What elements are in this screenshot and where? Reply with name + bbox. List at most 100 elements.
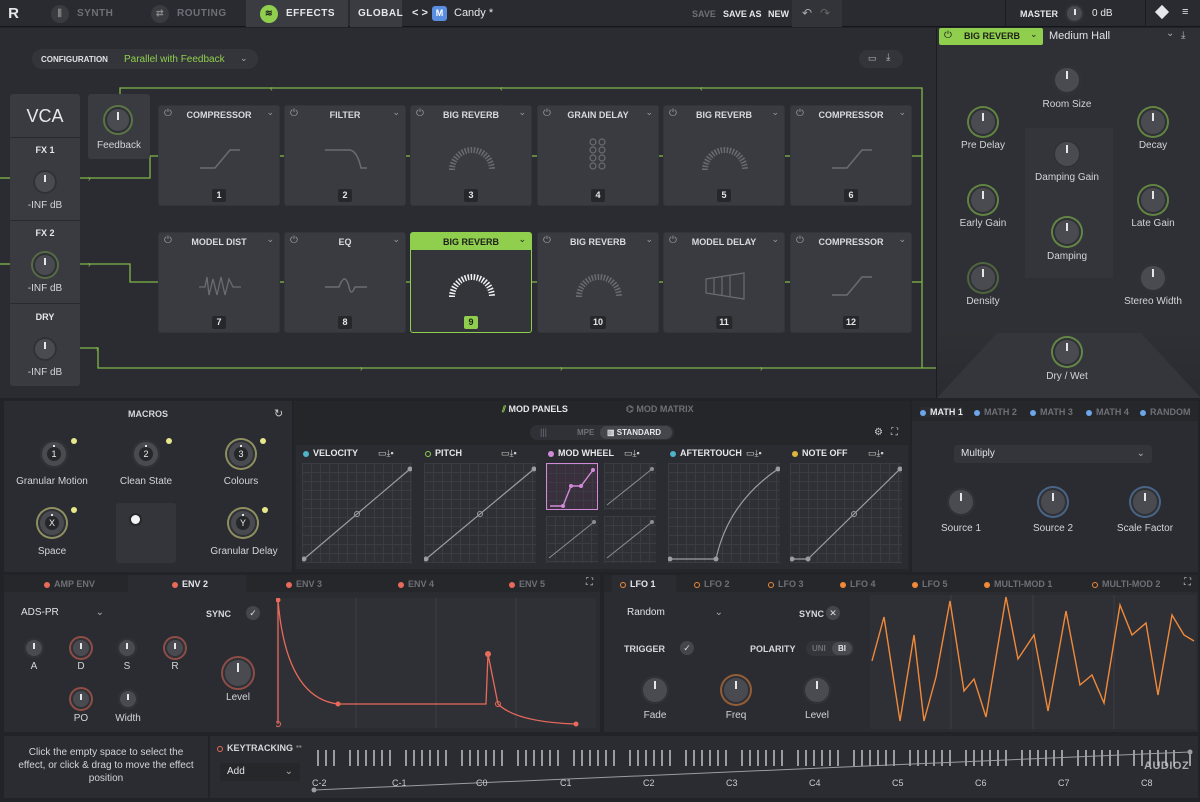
chevron-down-icon[interactable]: ⌄ xyxy=(645,107,653,118)
tab-env-4[interactable]: ENV 4 xyxy=(398,579,434,589)
fx-slot-11[interactable]: ⏻ MODEL DELAY ⌄ 11 xyxy=(663,232,785,333)
fx-slot-5[interactable]: ⏻ BIG REVERB ⌄ 5 xyxy=(663,105,785,206)
chevron-down-icon[interactable]: ⌄ xyxy=(392,107,400,118)
snapshot-icon[interactable] xyxy=(1154,4,1170,20)
keytracking-mode-select[interactable]: Add ⌄ xyxy=(220,763,300,781)
tab-math-1[interactable]: MATH 1 xyxy=(920,407,963,417)
fx-slot-3[interactable]: ⏻ BIG REVERB ⌄ 3 xyxy=(410,105,532,206)
trigger-toggle[interactable]: ✓ xyxy=(680,641,694,655)
tab-env-2[interactable]: ENV 2 xyxy=(172,579,208,589)
lfo-shape-select[interactable]: Random ⌄ xyxy=(620,604,730,622)
decay-knob[interactable] xyxy=(1139,108,1167,136)
envelope-graph[interactable] xyxy=(275,597,596,728)
refresh-icon[interactable]: ↻ xyxy=(274,407,283,420)
panel-tools-icon[interactable]: ▭⤓▪ xyxy=(624,448,640,459)
math-operation-select[interactable]: Multiply ⌄ xyxy=(954,445,1152,463)
mod-wheel-curve-2[interactable] xyxy=(604,463,656,510)
undo-icon[interactable]: ↶ xyxy=(802,6,812,20)
chevron-down-icon[interactable]: ⌄ xyxy=(266,234,274,245)
tab-lfo-4[interactable]: LFO 4 xyxy=(840,579,876,589)
download-icon[interactable]: ⤓ xyxy=(1181,30,1185,41)
env-mode-select[interactable]: ADS-PR ⌄ xyxy=(14,604,111,622)
decay-knob[interactable] xyxy=(71,638,91,658)
preset-nav-arrows[interactable]: < > xyxy=(412,7,428,19)
tab-math-3[interactable]: MATH 3 xyxy=(1030,407,1073,417)
new-button[interactable]: NEW xyxy=(768,9,789,19)
scale-factor-knob[interactable] xyxy=(1131,488,1159,516)
fade-knob[interactable] xyxy=(641,676,669,704)
tab-lfo-2[interactable]: LFO 2 xyxy=(694,579,730,589)
tab-multi-mod-1[interactable]: MULTI-MOD 1 xyxy=(984,579,1052,589)
damping-gain-knob[interactable] xyxy=(1053,140,1081,168)
env-level-knob[interactable] xyxy=(223,658,253,688)
chevron-down-icon[interactable]: ⌄ xyxy=(518,234,526,245)
expand-icon[interactable]: ⛶ xyxy=(586,577,593,588)
close-icon[interactable]: ✕ xyxy=(826,606,840,620)
fx-slot-12[interactable]: ⏻ COMPRESSOR ⌄ 12 xyxy=(790,232,912,333)
polarity-toggle[interactable]: UNI BI xyxy=(806,641,854,656)
pitch-curve-editor[interactable] xyxy=(423,463,537,563)
damping-knob[interactable] xyxy=(1053,218,1081,246)
gear-icon[interactable]: ⚙ xyxy=(874,427,883,438)
redo-icon[interactable]: ↷ xyxy=(820,6,830,20)
note-off-curve-editor[interactable] xyxy=(789,463,903,563)
chevron-down-icon[interactable]: ⌄ xyxy=(392,234,400,245)
chevron-down-icon[interactable]: ⌄ xyxy=(771,107,779,118)
lfo-waveform-display[interactable] xyxy=(870,595,1196,729)
tab-synth[interactable]: ⫼ SYNTH xyxy=(37,0,137,27)
width-knob[interactable] xyxy=(118,689,138,709)
source-2-knob[interactable] xyxy=(1039,488,1067,516)
chevron-down-icon[interactable]: ⌄ xyxy=(518,107,526,118)
panel-tools-icon[interactable]: ▭⤓▪ xyxy=(746,448,762,459)
tab-lfo-5[interactable]: LFO 5 xyxy=(912,579,948,589)
tab-amp-env[interactable]: AMP ENV xyxy=(44,579,95,589)
expand-icon[interactable]: ⛶ xyxy=(891,427,898,438)
tab-multi-mod-2[interactable]: MULTI-MOD 2 xyxy=(1092,579,1160,589)
tab-lfo-3[interactable]: LFO 3 xyxy=(768,579,804,589)
sustain-knob[interactable] xyxy=(117,638,137,658)
reverb-preset-selector[interactable]: Medium Hall ⌄ xyxy=(1044,28,1174,45)
reverb-header[interactable]: ⏻ BIG REVERB ⌄ xyxy=(939,28,1043,45)
attack-knob[interactable] xyxy=(24,638,44,658)
fx-slot-9[interactable]: ⏻BIG REVERB⌄ 9 xyxy=(410,232,532,333)
stereo-width-knob[interactable] xyxy=(1139,264,1167,292)
pre-delay-knob[interactable] xyxy=(969,108,997,136)
chevron-down-icon[interactable]: ⌄ xyxy=(645,234,653,245)
menu-icon[interactable]: ≡ xyxy=(1182,6,1188,18)
xy-pad[interactable] xyxy=(116,503,176,563)
panel-tools-icon[interactable]: ▭⤓▪ xyxy=(501,448,517,459)
tab-random[interactable]: RANDOM xyxy=(1140,407,1191,417)
late-gain-knob[interactable] xyxy=(1139,186,1167,214)
chevron-down-icon[interactable]: ⌄ xyxy=(898,234,906,245)
chevron-down-icon[interactable]: ⌄ xyxy=(771,234,779,245)
fx-slot-4[interactable]: ⏻ GRAIN DELAY ⌄ 4 xyxy=(537,105,659,206)
fx-slot-6[interactable]: ⏻ COMPRESSOR ⌄ 6 xyxy=(790,105,912,206)
mod-wheel-curve-3[interactable] xyxy=(546,516,598,563)
mod-wheel-curve-4[interactable] xyxy=(604,516,656,563)
density-knob[interactable] xyxy=(969,264,997,292)
mod-wheel-curve-1[interactable] xyxy=(546,463,598,510)
aftertouch-curve-editor[interactable] xyxy=(667,463,781,563)
lfo-level-knob[interactable] xyxy=(803,676,831,704)
fx1-knob[interactable] xyxy=(33,170,57,194)
mode-mpe[interactable]: MPE xyxy=(577,428,594,437)
release-knob[interactable] xyxy=(165,638,185,658)
preset-name[interactable]: Candy * xyxy=(454,7,493,19)
chevron-down-icon[interactable]: ⌄ xyxy=(266,107,274,118)
env-sync-toggle[interactable]: ✓ xyxy=(246,606,260,620)
po-knob[interactable] xyxy=(71,689,91,709)
fx-slot-10[interactable]: ⏻ BIG REVERB ⌄ 10 xyxy=(537,232,659,333)
tab-mod-matrix[interactable]: ⌬ MOD MATRIX xyxy=(626,404,694,415)
panel-tools-icon[interactable]: ▭⤓▪ xyxy=(378,448,394,459)
tab-mod-panels[interactable]: ⫽ MOD PANELS xyxy=(502,404,568,415)
fx-slot-8[interactable]: ⏻ EQ ⌄ 8 xyxy=(284,232,406,333)
freq-knob[interactable] xyxy=(722,676,750,704)
dry-knob[interactable] xyxy=(33,337,57,361)
tab-lfo-1[interactable]: LFO 1 xyxy=(620,579,656,589)
master-knob[interactable] xyxy=(1065,4,1084,23)
save-as-button[interactable]: SAVE AS xyxy=(723,9,762,19)
tab-global[interactable]: GLOBAL xyxy=(350,0,403,27)
save-button[interactable]: SAVE xyxy=(692,9,716,19)
tab-routing[interactable]: ⇄ ROUTING xyxy=(137,0,241,27)
tab-env-3[interactable]: ENV 3 xyxy=(286,579,322,589)
